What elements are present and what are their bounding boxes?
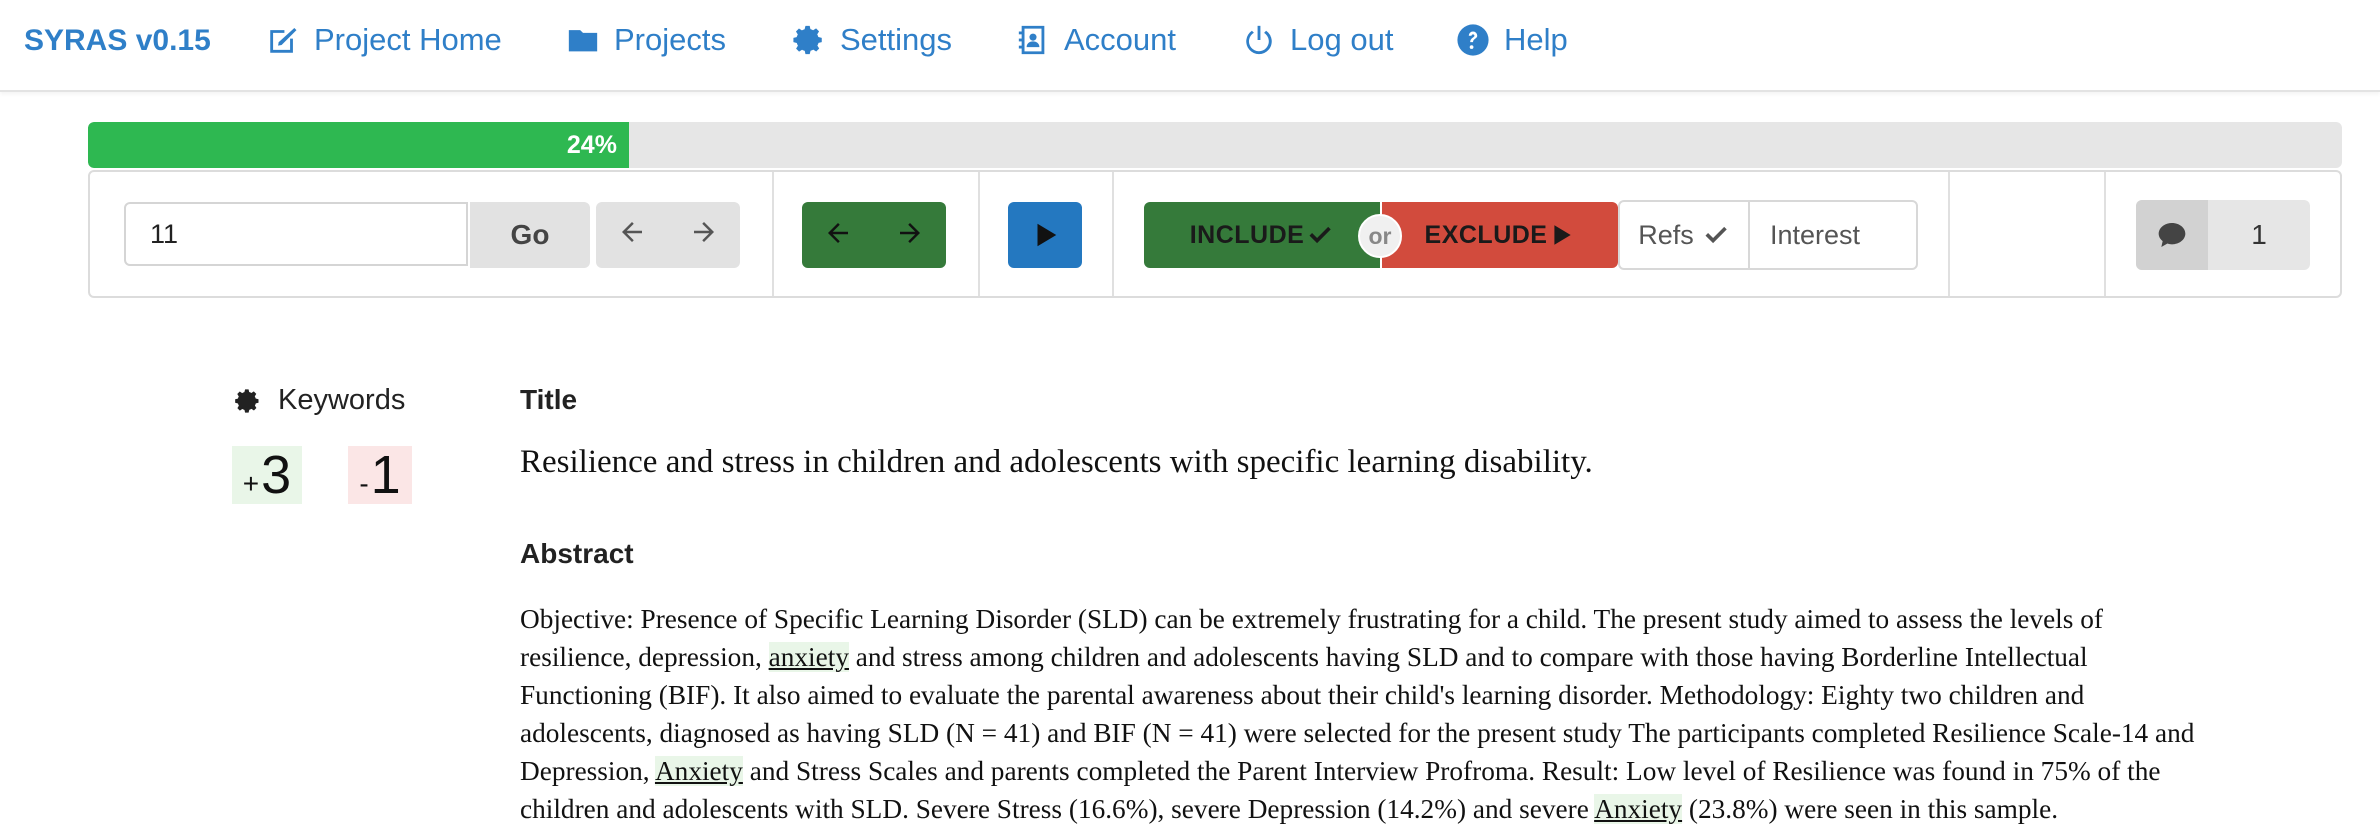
nav-settings-label: Settings	[840, 22, 953, 57]
toolbar-divider	[772, 172, 774, 296]
next-screened-button[interactable]	[895, 218, 925, 253]
question-circle-icon	[1457, 24, 1489, 56]
interest-button[interactable]: Interest	[1748, 200, 1918, 270]
title-heading: Title	[520, 384, 578, 415]
exclude-button-label: EXCLUDE	[1424, 220, 1548, 249]
prev-record-button[interactable]	[617, 217, 647, 254]
keywords-label: Keywords	[278, 384, 406, 416]
toolbar-divider	[2104, 172, 2106, 296]
nav-help[interactable]: Help	[1456, 22, 1568, 58]
arrow-left-icon	[622, 221, 642, 242]
record-number-input[interactable]	[124, 202, 468, 266]
positive-keyword-count: +3	[232, 446, 302, 504]
edit-icon	[270, 27, 297, 53]
record-abstract: Objective: Presence of Specific Learning…	[520, 600, 2220, 828]
toolbar-divider	[1112, 172, 1114, 296]
comments-button[interactable]: 1	[2136, 200, 2310, 270]
highlighted-keyword: Anxiety	[654, 756, 743, 786]
folder-icon	[568, 30, 598, 52]
arrow-left-icon	[828, 222, 848, 243]
exclude-button[interactable]: EXCLUDE	[1382, 202, 1618, 268]
record-nav-group	[596, 202, 740, 268]
abstract-text-segment: (23.8%) were seen in this sample.	[1682, 794, 2059, 824]
positive-sign: +	[242, 468, 260, 499]
refs-button[interactable]: Refs	[1618, 200, 1750, 270]
gear-icon	[235, 388, 259, 413]
play-icon	[1037, 223, 1057, 247]
nav-projects[interactable]: Projects	[566, 22, 726, 58]
brand-logo[interactable]: SYRAS v0.15	[24, 24, 211, 58]
comment-icon-wrap	[2136, 200, 2208, 270]
arrow-right-icon	[694, 221, 714, 242]
record-title: Resilience and stress in children and ad…	[520, 444, 1593, 480]
highlighted-keyword: Anxiety	[1594, 794, 1683, 824]
highlighted-keyword: anxiety	[768, 642, 849, 672]
negative-keyword-count: -1	[348, 446, 412, 504]
next-record-button[interactable]	[689, 217, 719, 254]
or-divider: or	[1358, 214, 1402, 258]
play-triangle-icon	[1554, 225, 1572, 245]
prev-screened-button[interactable]	[823, 218, 853, 253]
play-button[interactable]	[1008, 202, 1082, 268]
check-icon	[1309, 226, 1332, 244]
keywords-toggle[interactable]: Keywords	[234, 384, 405, 417]
toolbar-divider	[1948, 172, 1950, 296]
comment-icon	[2158, 223, 2186, 247]
top-navbar: SYRAS v0.15 Project Home Projects Settin…	[0, 0, 2380, 92]
nav-projects-label: Projects	[614, 22, 726, 57]
nav-settings[interactable]: Settings	[792, 22, 952, 58]
nav-logout[interactable]: Log out	[1242, 22, 1393, 58]
refs-button-label: Refs	[1638, 219, 1694, 250]
progress-bar-fill: 24%	[88, 122, 629, 168]
negative-count-value: 1	[370, 445, 401, 505]
positive-count-value: 3	[261, 445, 292, 505]
check-icon	[1705, 226, 1727, 244]
nav-project-home-label: Project Home	[314, 22, 502, 57]
nav-logout-label: Log out	[1290, 22, 1394, 57]
include-button-label: INCLUDE	[1189, 220, 1305, 249]
negative-sign: -	[359, 468, 369, 499]
progress-percent-label: 24%	[566, 130, 617, 159]
progress-bar: 24%	[88, 122, 2342, 168]
nav-account-label: Account	[1064, 22, 1177, 57]
power-icon	[1246, 25, 1272, 55]
arrow-right-icon	[900, 222, 920, 243]
comment-count: 1	[2251, 219, 2267, 250]
nav-project-home[interactable]: Project Home	[266, 22, 502, 58]
toolbar-divider	[978, 172, 980, 296]
nav-account[interactable]: Account	[1016, 22, 1176, 58]
interest-button-label: Interest	[1770, 219, 1861, 250]
review-toolbar: Go INCLUDE EXCLUDE or Refs Interest	[88, 170, 2342, 298]
include-button[interactable]: INCLUDE	[1144, 202, 1380, 268]
gear-icon	[793, 25, 822, 55]
nav-help-label: Help	[1504, 22, 1568, 57]
contact-card-icon	[1018, 25, 1045, 55]
abstract-heading: Abstract	[520, 538, 634, 569]
screened-nav-group	[802, 202, 946, 268]
go-button-label: Go	[510, 219, 550, 250]
go-button[interactable]: Go	[470, 202, 590, 268]
